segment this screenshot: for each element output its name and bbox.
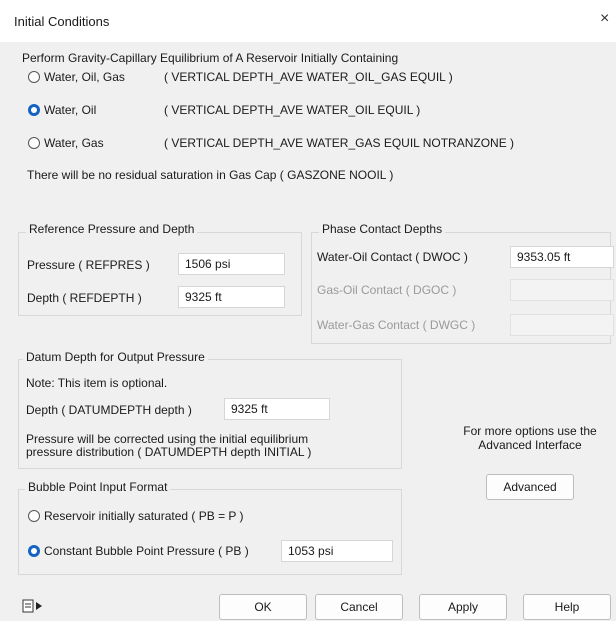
radio-constant-pb-indicator[interactable] <box>28 545 40 557</box>
advanced-hint-line2: Advanced Interface <box>478 438 582 452</box>
pressure-label: Pressure ( REFPRES ) <box>27 258 150 272</box>
equilibrium-title: Perform Gravity-Capillary Equilibrium of… <box>22 51 399 65</box>
ok-button[interactable]: OK <box>219 594 307 620</box>
contacts-group-title: Phase Contact Depths <box>319 222 446 236</box>
advanced-button[interactable]: Advanced <box>486 474 574 500</box>
radio-water-oil-gas[interactable]: Water, Oil, Gas ( VERTICAL DEPTH_AVE WAT… <box>22 68 582 86</box>
radio-reservoir-saturated-label: Reservoir initially saturated ( PB = P ) <box>44 509 244 523</box>
gas-cap-note: There will be no residual saturation in … <box>27 168 394 182</box>
reference-group-title: Reference Pressure and Depth <box>26 222 198 236</box>
dwoc-label: Water-Oil Contact ( DWOC ) <box>317 250 468 264</box>
depth-label: Depth ( REFDEPTH ) <box>27 291 142 305</box>
radio-reservoir-saturated[interactable]: Reservoir initially saturated ( PB = P ) <box>24 507 384 525</box>
cancel-button[interactable]: Cancel <box>315 594 403 620</box>
radio-constant-pb-label: Constant Bubble Point Pressure ( PB ) <box>44 544 249 558</box>
radio-constant-pb[interactable]: Constant Bubble Point Pressure ( PB ) <box>24 542 284 560</box>
radio-water-oil-keyword: ( VERTICAL DEPTH_AVE WATER_OIL EQUIL ) <box>164 103 421 117</box>
depth-input[interactable]: 9325 ft <box>178 286 285 308</box>
pressure-input[interactable]: 1506 psi <box>178 253 285 275</box>
radio-water-oil-label: Water, Oil <box>44 103 97 117</box>
dgoc-input <box>510 279 614 301</box>
radio-water-oil-gas-label: Water, Oil, Gas <box>44 70 125 84</box>
apply-button[interactable]: Apply <box>419 594 507 620</box>
radio-water-oil-gas-indicator[interactable] <box>28 71 40 83</box>
radio-water-gas-indicator[interactable] <box>28 137 40 149</box>
window-title: Initial Conditions <box>14 14 110 29</box>
radio-water-oil[interactable]: Water, Oil ( VERTICAL DEPTH_AVE WATER_OI… <box>22 101 582 119</box>
expand-arrow-icon[interactable] <box>22 598 44 614</box>
dgoc-label: Gas-Oil Contact ( DGOC ) <box>317 283 457 297</box>
radio-water-oil-gas-keyword: ( VERTICAL DEPTH_AVE WATER_OIL_GAS EQUIL… <box>164 70 453 84</box>
radio-water-gas-keyword: ( VERTICAL DEPTH_AVE WATER_GAS EQUIL NOT… <box>164 136 515 150</box>
dwgc-input <box>510 314 614 336</box>
datum-info: Pressure will be corrected using the ini… <box>26 433 311 459</box>
advanced-hint: For more options use the Advanced Interf… <box>440 424 616 452</box>
radio-water-gas-label: Water, Gas <box>44 136 104 150</box>
radio-water-oil-indicator[interactable] <box>28 104 40 116</box>
datum-info-line2: pressure distribution ( DATUMDEPTH depth… <box>26 445 312 459</box>
dwoc-input[interactable]: 9353.05 ft <box>510 246 614 268</box>
datum-depth-label: Depth ( DATUMDEPTH depth ) <box>26 403 192 417</box>
bubble-group-title: Bubble Point Input Format <box>25 480 171 494</box>
title-bar: Initial Conditions × <box>0 0 616 42</box>
help-button[interactable]: Help <box>523 594 611 620</box>
datum-depth-input[interactable]: 9325 ft <box>224 398 330 420</box>
close-icon[interactable]: × <box>600 10 616 28</box>
datum-group-title: Datum Depth for Output Pressure <box>23 350 208 364</box>
advanced-hint-line1: For more options use the <box>463 424 597 438</box>
radio-water-gas[interactable]: Water, Gas ( VERTICAL DEPTH_AVE WATER_GA… <box>22 134 602 152</box>
dwgc-label: Water-Gas Contact ( DWGC ) <box>317 318 476 332</box>
datum-note: Note: This item is optional. <box>26 376 168 390</box>
pb-input[interactable]: 1053 psi <box>281 540 393 562</box>
bubble-group <box>18 489 402 575</box>
radio-reservoir-saturated-indicator[interactable] <box>28 510 40 522</box>
